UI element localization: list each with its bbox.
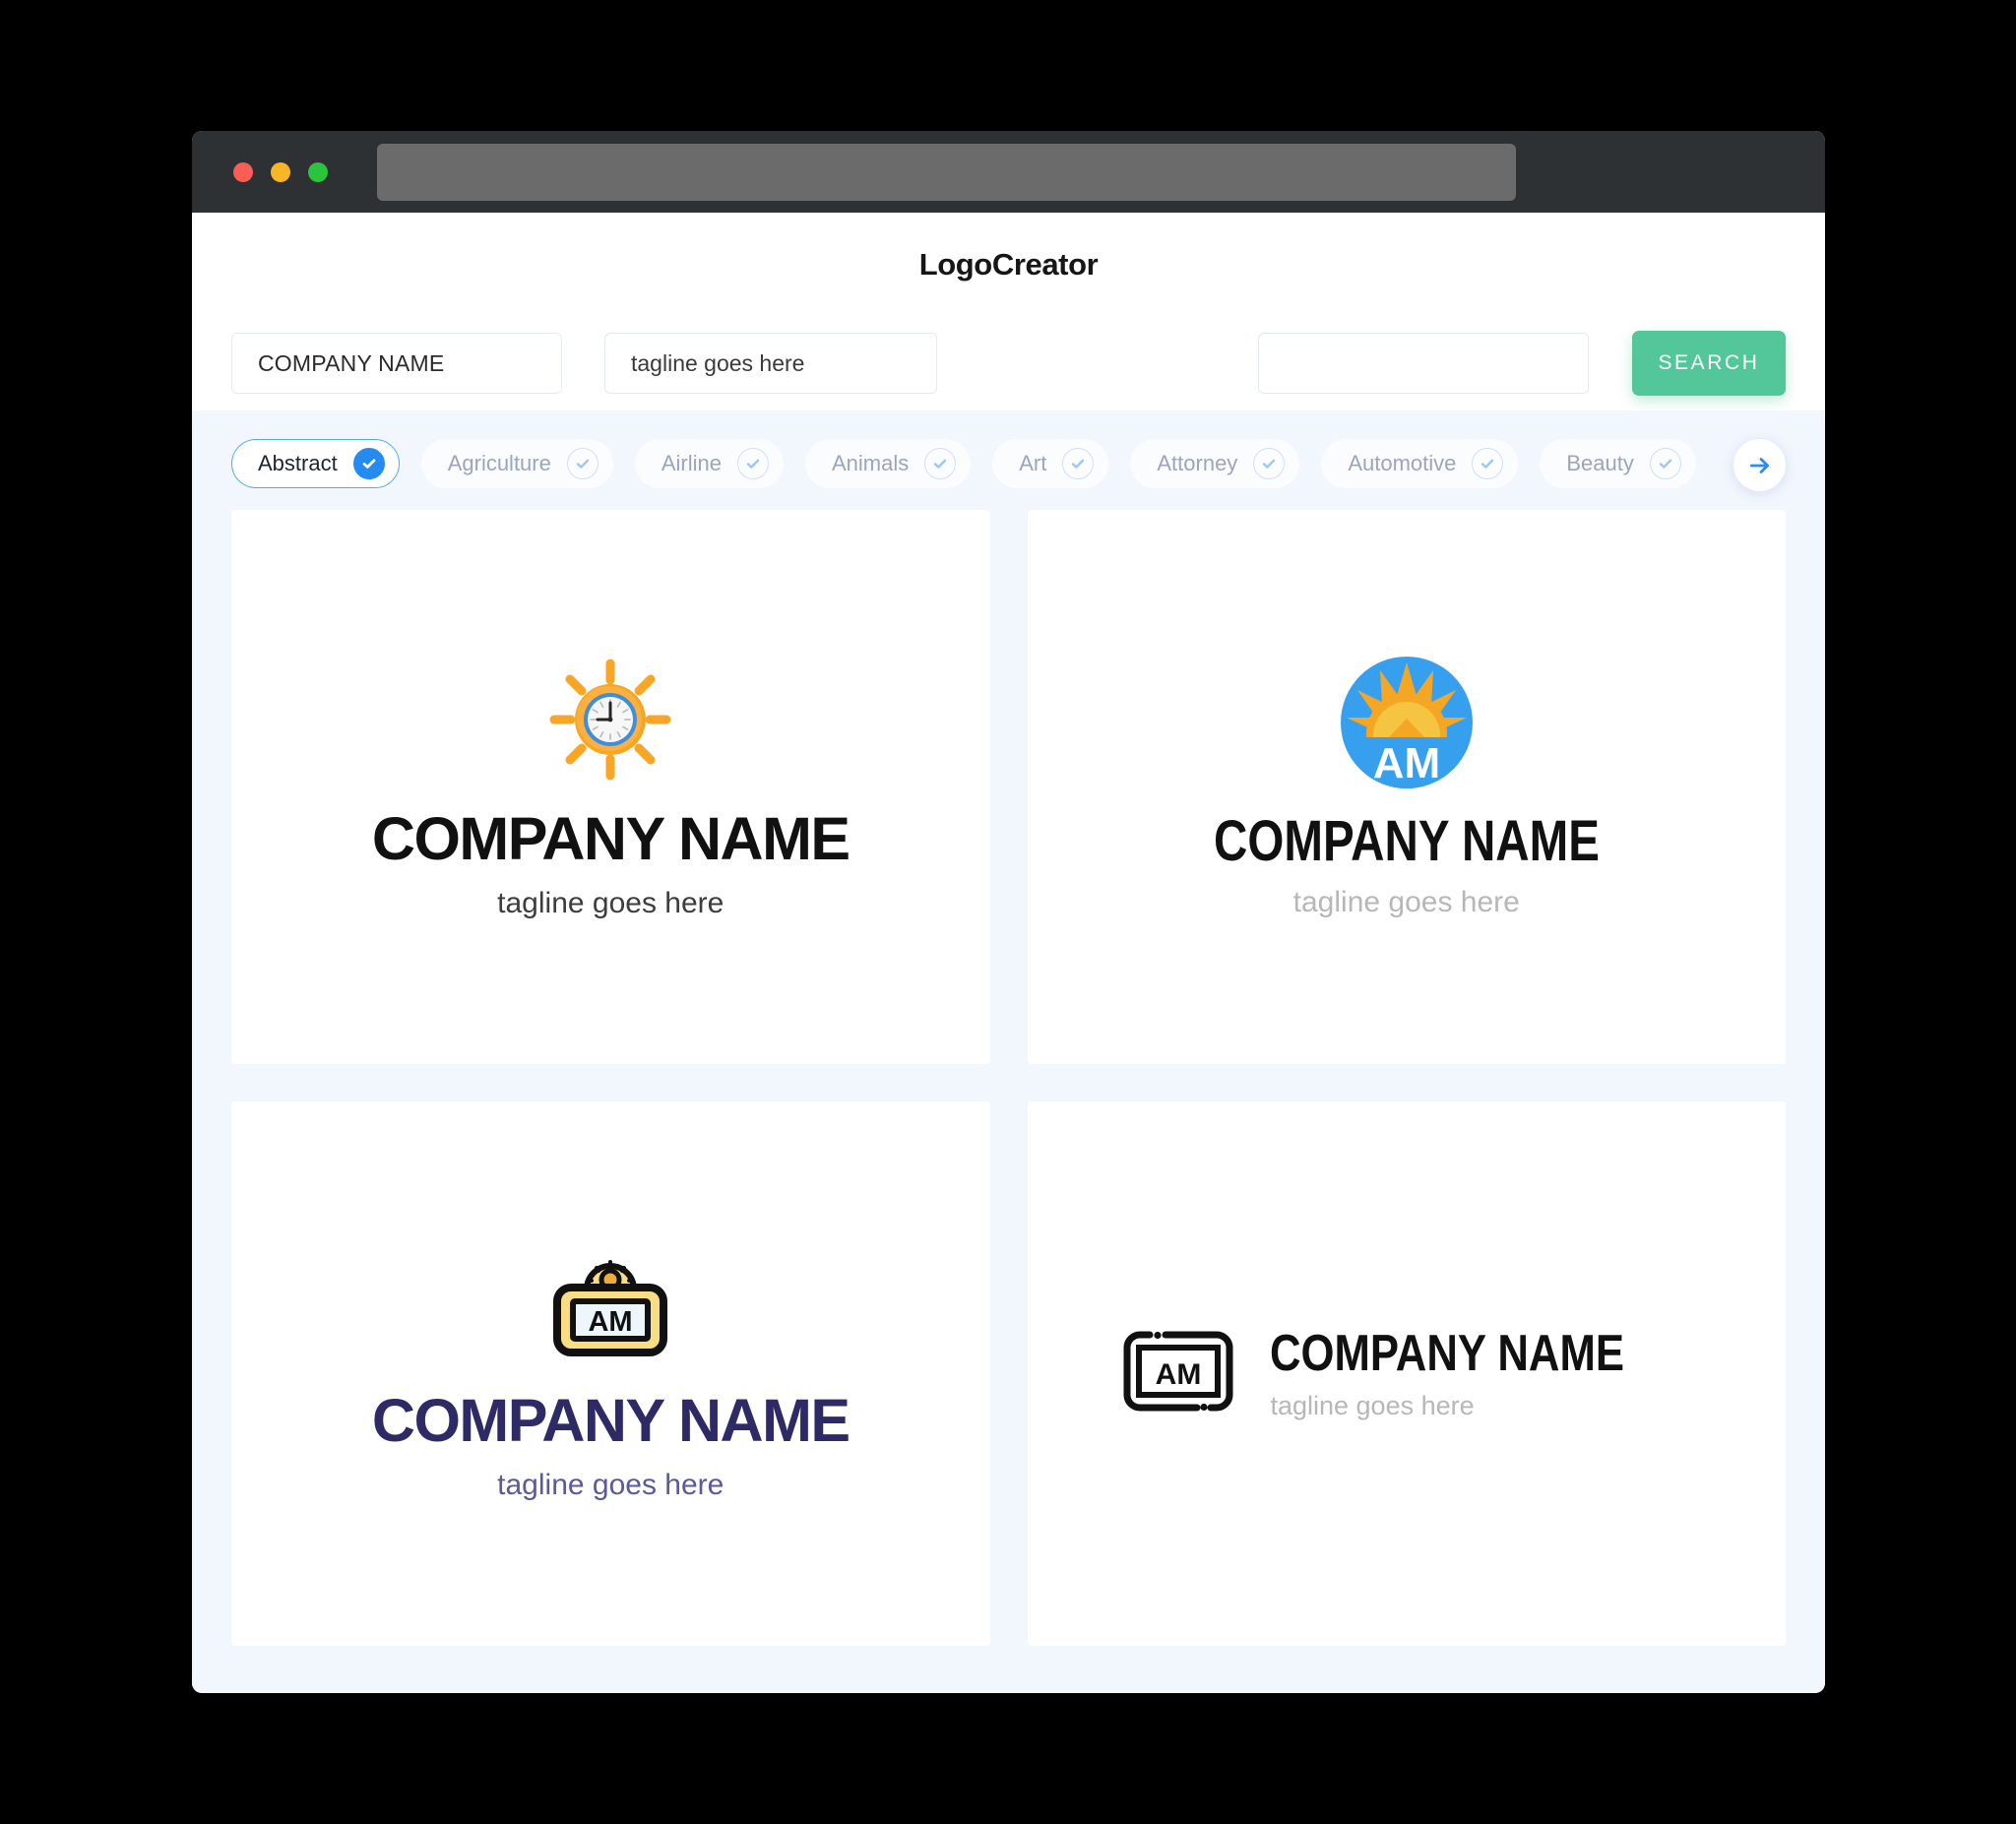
check-icon (566, 448, 598, 479)
logo-company-name: COMPANY NAME (1213, 809, 1600, 873)
logo-card[interactable]: AM COMPANY NAME tagline goes here (231, 1101, 990, 1646)
maximize-window-button[interactable] (308, 161, 328, 182)
tagline-input[interactable] (604, 333, 937, 394)
category-label: Abstract (258, 451, 338, 475)
logo-card[interactable]: COMPANY NAME tagline goes here (231, 510, 990, 1064)
sun-clock-icon (547, 657, 673, 787)
category-chip-automotive[interactable]: Automotive (1321, 439, 1519, 488)
category-label: Automotive (1348, 451, 1457, 475)
category-label: Animals (832, 451, 910, 475)
yellow-sign-am-icon: AM (547, 1248, 673, 1367)
browser-window: LogoCreator SEARCH Abstract Agriculture (192, 131, 1825, 1693)
logo-company-name: COMPANY NAME (371, 1386, 850, 1454)
next-categories-button[interactable] (1733, 439, 1786, 491)
category-chip-animals[interactable]: Animals (805, 439, 972, 488)
minimize-window-button[interactable] (271, 161, 290, 182)
logo-tagline: tagline goes here (1270, 1391, 1475, 1420)
check-icon (1062, 448, 1095, 479)
category-chip-art[interactable]: Art (992, 439, 1109, 488)
keyword-input[interactable] (1258, 333, 1589, 394)
logo-company-name: COMPANY NAME (1270, 1325, 1625, 1382)
app-title: LogoCreator (918, 246, 1099, 282)
traffic-lights (233, 161, 328, 182)
check-icon (737, 448, 769, 479)
check-icon (352, 448, 385, 479)
logo-results-grid: COMPANY NAME tagline goes here AM COMPAN… (192, 510, 1825, 1685)
check-icon (924, 448, 957, 479)
category-label: Agriculture (447, 451, 551, 475)
category-chip-airline[interactable]: Airline (634, 439, 784, 488)
check-icon (1649, 448, 1681, 479)
logo-tagline: tagline goes here (497, 1468, 724, 1501)
category-chip-attorney[interactable]: Attorney (1130, 439, 1300, 488)
app-header: LogoCreator (192, 213, 1825, 316)
category-label: Attorney (1157, 451, 1238, 475)
category-chip-beauty[interactable]: Beauty (1540, 439, 1696, 488)
sunrise-circle-am-icon: AM (1340, 657, 1473, 793)
check-icon (1253, 448, 1286, 479)
svg-text:AM: AM (1373, 739, 1440, 787)
search-bar: SEARCH (192, 316, 1825, 410)
check-icon (1472, 448, 1504, 479)
search-button[interactable]: SEARCH (1632, 331, 1786, 396)
company-name-input[interactable] (231, 333, 562, 394)
category-chip-agriculture[interactable]: Agriculture (420, 439, 613, 488)
category-chip-abstract[interactable]: Abstract (231, 439, 400, 488)
logo-tagline: tagline goes here (497, 886, 724, 919)
screen: LogoCreator SEARCH Abstract Agriculture (0, 0, 2016, 1824)
outline-frame-am-icon: AM (1120, 1328, 1236, 1419)
category-label: Art (1019, 451, 1047, 475)
category-label: Airline (661, 451, 722, 475)
url-bar[interactable] (377, 143, 1516, 201)
logo-card[interactable]: AM COMPANY NAME tagline goes here (1027, 510, 1786, 1064)
logo-card[interactable]: AM COMPANY NAME tagline goes here (1027, 1101, 1786, 1646)
svg-text:AM: AM (1156, 1358, 1202, 1391)
browser-titlebar (192, 131, 1825, 213)
category-label: Beauty (1566, 451, 1634, 475)
svg-text:AM: AM (589, 1306, 633, 1338)
logo-tagline: tagline goes here (1292, 886, 1520, 918)
close-window-button[interactable] (233, 161, 253, 182)
category-filter-bar: Abstract Agriculture Airline Animals Art… (192, 410, 1825, 510)
logo-company-name: COMPANY NAME (371, 804, 850, 872)
